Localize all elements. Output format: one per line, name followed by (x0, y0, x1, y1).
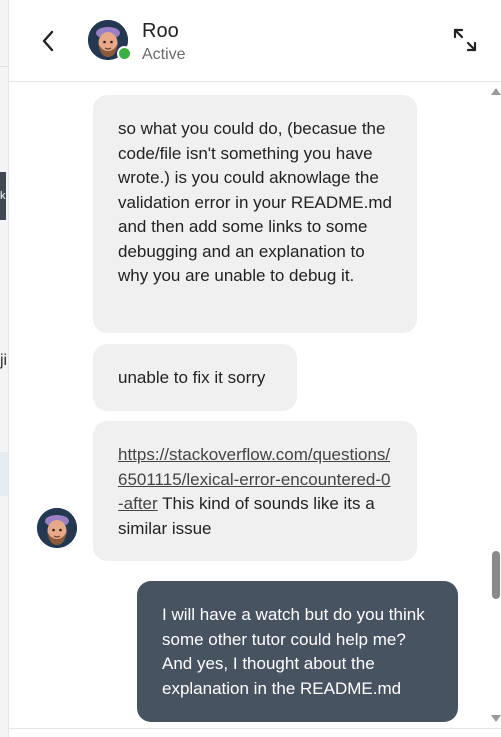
background-divider (0, 66, 8, 67)
message-bubble-received: https://stackoverflow.com/questions/6501… (93, 421, 417, 561)
expand-button[interactable] (449, 24, 481, 56)
message-bubble-sent: I will have a watch but do you think som… (137, 581, 458, 722)
chevron-left-icon (42, 30, 54, 52)
back-button[interactable] (35, 26, 61, 56)
contact-name: Roo (142, 20, 179, 42)
message-bubble-received: unable to fix it sorry (93, 344, 297, 411)
scroll-up-arrow-icon[interactable] (491, 88, 501, 95)
background-band (0, 452, 8, 496)
contact-status: Active (142, 46, 186, 63)
message-text: I will have a watch but do you think som… (162, 605, 425, 698)
memoji-avatar-icon (37, 508, 77, 548)
scroll-down-arrow-icon[interactable] (491, 715, 501, 722)
chat-header: Roo Active (9, 0, 501, 82)
message-text: so what you could do, (becasue the code/… (118, 119, 392, 285)
scrollbar-thumb[interactable] (492, 551, 500, 599)
message-bubble-received: so what you could do, (becasue the code/… (93, 95, 417, 333)
background-text-fragment: ji (0, 352, 8, 369)
active-status-dot (117, 46, 132, 61)
chat-panel: Roo Active so what you could do, (becasu… (8, 0, 501, 737)
background-tab-label: k (0, 190, 6, 202)
composer-divider (9, 728, 501, 729)
messages-scrollbar[interactable] (489, 88, 501, 722)
expand-arrows-icon (453, 28, 477, 52)
background-tab: k (0, 172, 6, 220)
sender-avatar[interactable] (37, 508, 77, 548)
message-text: unable to fix it sorry (118, 368, 266, 387)
